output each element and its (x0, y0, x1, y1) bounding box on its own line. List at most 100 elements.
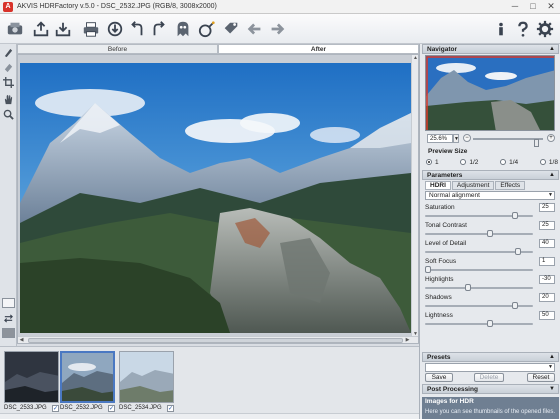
presets-header[interactable]: Presets ▲ (422, 352, 559, 362)
param-slider[interactable] (425, 230, 533, 237)
zoom-slider-handle[interactable] (534, 139, 539, 147)
back-arrow-icon[interactable] (244, 18, 266, 40)
settings-gear-icon[interactable] (534, 18, 556, 40)
alignment-select[interactable]: Normal alignment ▼ (425, 191, 555, 200)
tab-adjustment[interactable]: Adjustment (451, 181, 495, 190)
help-icon[interactable] (512, 18, 534, 40)
param-value-input[interactable]: 40 (539, 239, 555, 248)
reset-preset-button[interactable]: Reset (527, 373, 555, 382)
tab-effects[interactable]: Effects (495, 181, 526, 190)
brush-tool-icon[interactable] (2, 46, 15, 59)
thumbnail-image[interactable] (119, 351, 174, 403)
zoom-tool-icon[interactable] (2, 108, 15, 121)
open-image-icon[interactable] (30, 18, 52, 40)
preview-size-option[interactable]: 1 (426, 157, 439, 167)
collapse-icon[interactable]: ▲ (549, 353, 555, 362)
collapse-icon[interactable]: ▼ (549, 385, 555, 394)
canvas-vertical-scrollbar[interactable]: ▲ ▼ (411, 55, 418, 338)
slider-handle[interactable] (425, 266, 431, 273)
delete-preset-button[interactable]: Delete (474, 373, 504, 382)
main-image[interactable] (20, 63, 411, 333)
slider-handle[interactable] (512, 302, 518, 309)
param-slider[interactable] (425, 266, 533, 273)
slider-handle[interactable] (487, 320, 493, 327)
thumbnail-item[interactable]: DSC_2533.JPG ✓ (4, 351, 59, 413)
tools-menu-icon[interactable] (4, 18, 26, 40)
slider-handle[interactable] (515, 248, 521, 255)
hdr-ghost-icon[interactable] (172, 18, 194, 40)
zoom-slider[interactable] (473, 138, 543, 147)
collapse-icon[interactable]: ▲ (549, 45, 555, 54)
preview-size-option[interactable]: 1/4 (500, 157, 518, 167)
thumbnail-checkbox[interactable]: ✓ (108, 405, 115, 412)
hand-tool-icon[interactable] (2, 93, 15, 106)
thumbnail-item[interactable]: DSC_2534.JPG ✓ (119, 351, 174, 413)
save-image-icon[interactable] (52, 18, 74, 40)
scroll-up-icon[interactable]: ▲ (412, 55, 419, 62)
eraser-tool-icon[interactable] (2, 61, 15, 74)
param-value-input[interactable]: 25 (539, 221, 555, 230)
background-color-swatch[interactable] (2, 298, 15, 308)
tab-before[interactable]: Before (17, 44, 218, 54)
slider-handle[interactable] (512, 212, 518, 219)
thumbnail-image[interactable] (4, 351, 59, 403)
param-slider[interactable] (425, 248, 533, 255)
maximize-button[interactable]: □ (524, 0, 542, 14)
radio-selected-icon[interactable] (426, 159, 432, 165)
param-slider[interactable] (425, 320, 533, 327)
zoom-in-button[interactable]: + (547, 134, 555, 142)
collapse-icon[interactable]: ▲ (549, 171, 555, 180)
presets-select[interactable]: ▼ (425, 363, 555, 372)
slider-handle[interactable] (465, 284, 471, 291)
radio-icon[interactable] (500, 159, 507, 165)
radio-icon[interactable] (539, 159, 546, 165)
tab-after[interactable]: After (218, 44, 419, 54)
thumbnail-checkbox[interactable]: ✓ (167, 405, 174, 412)
param-value-input[interactable]: -30 (539, 275, 555, 284)
preview-size-option[interactable]: 1/8 (539, 157, 558, 167)
minimize-button[interactable]: ─ (506, 0, 524, 14)
foreground-color-swatch[interactable] (2, 328, 15, 338)
param-value-input[interactable]: 20 (539, 293, 555, 302)
navigator-preview[interactable] (425, 55, 555, 131)
save-preset-button[interactable]: Save (425, 373, 453, 382)
navigator-header[interactable]: Navigator ▲ (422, 44, 559, 54)
radio-icon[interactable] (460, 159, 467, 165)
scroll-right-icon[interactable]: ▶ (404, 337, 411, 344)
slider-handle[interactable] (487, 230, 493, 237)
filmstrip-scrollbar[interactable] (0, 413, 419, 419)
parameters-header[interactable]: Parameters ▲ (422, 170, 559, 180)
thumbnail-item[interactable]: DSC_2532.JPG ✓ (60, 351, 115, 413)
share-icon[interactable] (104, 18, 126, 40)
thumbnail-checkbox[interactable]: ✓ (52, 405, 59, 412)
param-value-input[interactable]: 50 (539, 311, 555, 320)
run-process-icon[interactable] (196, 18, 218, 40)
info-icon[interactable] (490, 18, 512, 40)
zoom-dropdown-icon[interactable]: ▼ (453, 134, 459, 143)
print-icon[interactable] (80, 18, 102, 40)
canvas-horizontal-scrollbar[interactable]: ◀ ▶ (18, 336, 418, 343)
batch-process-icon[interactable] (220, 18, 242, 40)
preview-size-option[interactable]: 1/2 (460, 157, 478, 167)
zoom-level-input[interactable]: 25.6% (427, 134, 453, 143)
param-slider[interactable] (425, 212, 533, 219)
post-processing-header[interactable]: Post Processing ▼ (422, 384, 559, 394)
chevron-down-icon[interactable]: ▼ (547, 192, 554, 199)
scrollbar-thumb[interactable] (28, 338, 403, 343)
forward-arrow-icon[interactable] (266, 18, 288, 40)
crop-tool-icon[interactable] (2, 76, 15, 89)
close-button[interactable]: ✕ (542, 0, 560, 14)
param-value-input[interactable]: 1 (539, 257, 555, 266)
param-slider[interactable] (425, 284, 533, 291)
scroll-left-icon[interactable]: ◀ (18, 337, 25, 344)
undo-icon[interactable] (126, 18, 148, 40)
param-value-input[interactable]: 25 (539, 203, 555, 212)
chevron-down-icon[interactable]: ▼ (547, 364, 554, 371)
zoom-out-button[interactable]: − (463, 134, 471, 142)
thumbnail-image[interactable] (60, 351, 115, 403)
param-slider[interactable] (425, 302, 533, 309)
redo-icon[interactable] (148, 18, 170, 40)
image-canvas[interactable]: ▲ ▼ ◀ ▶ (17, 54, 419, 344)
swap-colors-icon[interactable] (2, 312, 15, 325)
tab-hdri[interactable]: HDRI (425, 181, 451, 190)
